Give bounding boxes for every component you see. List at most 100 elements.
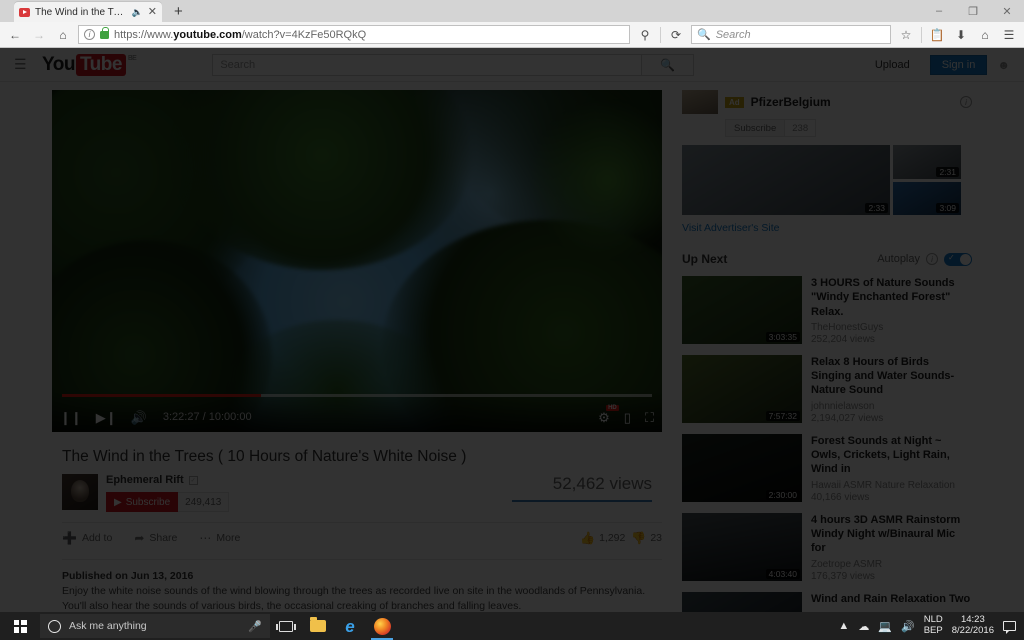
reload-icon[interactable]: ⟳ [667, 26, 685, 44]
suggested-video-title[interactable]: Wind and Rain Relaxation Two [811, 592, 972, 606]
account-icon[interactable]: ☻ [997, 58, 1010, 72]
suggested-video-channel[interactable]: Zoetrope ASMR [811, 559, 972, 570]
task-view-button[interactable] [270, 612, 302, 640]
suggested-video-channel[interactable]: TheHonestGuys [811, 322, 972, 333]
browser-navbar: ← → ⌂ i https://www.youtube.com/watch?v=… [0, 22, 1024, 48]
home-icon[interactable]: ⌂ [54, 26, 72, 44]
suggested-video-item[interactable]: 2:30:00 Forest Sounds at Night ~ Owls, Cr… [682, 433, 972, 503]
toolbar-divider [660, 26, 661, 43]
keyboard-language[interactable]: NLD BEP [923, 614, 943, 637]
cortana-search-box[interactable]: Ask me anything 🎤 [40, 614, 270, 638]
volume-button[interactable]: 🔊 [131, 411, 147, 424]
ad-duration: 2:33 [865, 203, 888, 213]
guide-menu-icon[interactable]: ☰ [14, 56, 28, 73]
suggested-video-thumbnail[interactable]: 2:30:00 [682, 433, 802, 502]
network-icon[interactable]: 💻 [878, 620, 892, 633]
suggested-video-channel[interactable]: Hawaii ASMR Nature Relaxation [811, 480, 972, 491]
ad-channel-thumbnail[interactable] [682, 90, 718, 114]
clock[interactable]: 14:23 8/22/2016 [952, 614, 994, 637]
suggested-video-title[interactable]: Relax 8 Hours of Birds Singing and Water… [811, 355, 972, 398]
address-bar[interactable]: i https://www.youtube.com/watch?v=4KzFe5… [78, 25, 630, 44]
visit-advertiser-link[interactable]: Visit Advertiser's Site [682, 222, 972, 234]
browser-search-input[interactable]: 🔍 Search [691, 25, 891, 44]
browser-tab[interactable]: The Wind in the Trees ... 🔈 ✕ [14, 2, 162, 22]
share-icon: ➦ [134, 531, 145, 545]
suggested-video-thumbnail[interactable]: 3:03:35 [682, 276, 802, 344]
ad-video-small-2[interactable]: 3:09 [893, 181, 961, 215]
youtube-logo[interactable]: You Tube BE [42, 53, 137, 76]
bookmark-star-icon[interactable]: ☆ [897, 26, 915, 44]
url-text: https://www.youtube.com/watch?v=4KzFe50R… [114, 28, 367, 41]
ad-subscribe-button[interactable]: Subscribe [725, 119, 786, 137]
add-to-button[interactable]: ➕ Add to [62, 531, 112, 545]
settings-gear-icon[interactable]: ⚙ HD [598, 404, 619, 424]
firefox-button[interactable] [366, 612, 398, 640]
keyboard-lang-bottom: BEP [923, 625, 943, 636]
suggested-video-item[interactable]: 3:03:35 3 HOURS of Nature Sounds "Windy E… [682, 276, 972, 345]
tab-audio-icon[interactable]: 🔈 [132, 7, 143, 18]
suggested-video-title[interactable]: 3 HOURS of Nature Sounds "Windy Enchante… [811, 276, 972, 319]
fullscreen-button[interactable]: ⛶ [645, 411, 654, 424]
suggested-video-thumbnail[interactable] [682, 591, 802, 612]
browser-menu-icon[interactable]: ☰ [1000, 26, 1018, 44]
restore-button[interactable]: ❐ [956, 0, 990, 22]
close-window-button[interactable]: ✕ [990, 0, 1024, 22]
channel-avatar[interactable] [62, 474, 98, 510]
browser-titlebar: The Wind in the Trees ... 🔈 ✕ + – ❐ ✕ [0, 0, 1024, 22]
video-title: The Wind in the Trees ( 10 Hours of Natu… [62, 448, 467, 465]
start-button[interactable] [0, 612, 40, 640]
advertiser-name[interactable]: PfizerBelgium [751, 95, 831, 109]
microphone-icon[interactable]: 🎤 [248, 620, 262, 633]
back-icon[interactable]: ← [6, 26, 24, 44]
youtube-favicon [19, 7, 30, 17]
channel-name[interactable]: Ephemeral Rift [106, 474, 184, 486]
home-button-icon[interactable]: ⌂ [976, 26, 994, 44]
share-button[interactable]: ➦ Share [134, 531, 177, 545]
suggested-video-title[interactable]: 4 hours 3D ASMR Rainstorm Windy Night w/… [811, 513, 972, 556]
edge-button[interactable]: e [334, 612, 366, 640]
pause-button[interactable]: ❙❙ [60, 411, 82, 424]
suggested-video-title[interactable]: Forest Sounds at Night ~ Owls, Crickets,… [811, 434, 972, 477]
theater-mode-button[interactable]: ▯ [624, 411, 631, 424]
reader-mode-icon[interactable]: 📋 [928, 26, 946, 44]
signin-button[interactable]: Sign in [929, 54, 988, 75]
video-player[interactable]: ❙❙ ▶❙ 🔊 3:22:27 / 10:00:00 ⚙ HD ▯ ⛶ [52, 90, 662, 432]
suggested-video-thumbnail[interactable]: 7:57:32 [682, 354, 802, 423]
youtube-search-button[interactable]: 🔍 [642, 53, 695, 76]
ad-video-large[interactable]: 2:33 [682, 145, 890, 215]
video-duration: 7:57:32 [765, 410, 800, 421]
edge-icon: e [345, 616, 355, 636]
volume-icon[interactable]: 🔊 [901, 620, 915, 633]
autoplay-info-icon[interactable]: i [926, 253, 938, 265]
more-button[interactable]: ⋯ More [199, 531, 240, 545]
action-center-icon[interactable] [1003, 621, 1016, 634]
channel-name-line: Ephemeral Rift ✓ [106, 474, 229, 486]
youtube-search-input[interactable]: Search [212, 53, 643, 76]
like-button[interactable]: 👍 1,292 [580, 531, 625, 545]
suggested-video-channel[interactable]: johnnielawson [811, 401, 972, 412]
tracking-protection-icon[interactable]: ⚲ [636, 26, 654, 44]
progress-bar[interactable] [62, 394, 652, 397]
file-explorer-button[interactable] [302, 612, 334, 640]
downloads-icon[interactable]: ⬇ [952, 26, 970, 44]
ad-video-small-1[interactable]: 2:31 [893, 145, 961, 179]
upload-button[interactable]: Upload [865, 55, 920, 75]
suggested-video-item[interactable]: 7:57:32 Relax 8 Hours of Birds Singing an… [682, 354, 972, 424]
tab-close-icon[interactable]: ✕ [148, 6, 157, 18]
suggested-video-thumbnail[interactable]: 4:03:40 [682, 512, 802, 581]
new-tab-button[interactable]: + [174, 3, 183, 20]
onedrive-icon[interactable]: ☁ [858, 620, 869, 633]
autoplay-toggle[interactable] [944, 252, 972, 266]
forward-icon[interactable]: → [30, 26, 48, 44]
dislike-button[interactable]: 👎 23 [631, 531, 662, 545]
suggested-video-item[interactable]: 4:03:40 4 hours 3D ASMR Rainstorm Windy N… [682, 512, 972, 582]
subscribe-button[interactable]: ▶ Subscribe [106, 492, 179, 512]
share-label: Share [149, 532, 178, 544]
next-video-button[interactable]: ▶❙ [96, 411, 117, 424]
ad-info-icon[interactable]: i [960, 96, 972, 108]
show-hidden-icons-icon[interactable]: ▲ [838, 620, 849, 632]
suggested-video-item[interactable]: Wind and Rain Relaxation Two [682, 591, 972, 612]
minimize-button[interactable]: – [922, 0, 956, 22]
page-info-icon[interactable]: i [84, 29, 95, 40]
youtube-page: ☰ You Tube BE Search 🔍 Upload Sign in ☻ [0, 48, 1024, 612]
